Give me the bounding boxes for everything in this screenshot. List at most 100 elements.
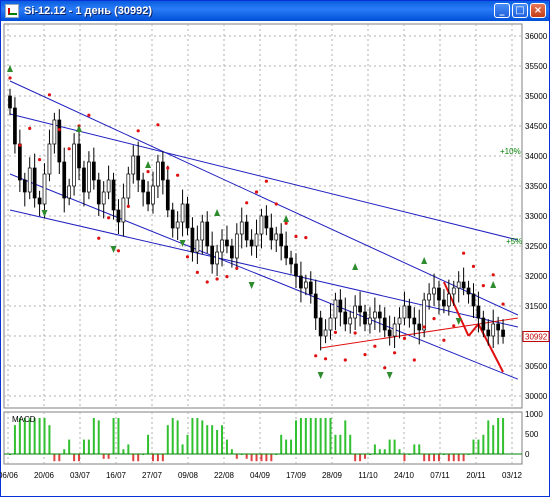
price-tick-label: 34500: [525, 122, 548, 131]
macd-bar: [147, 434, 150, 454]
candle-body: [151, 185, 155, 205]
macd-bar: [492, 425, 495, 454]
sar-dot: [481, 284, 485, 288]
date-tick-label: 03/12: [502, 471, 523, 480]
macd-bar: [447, 454, 450, 462]
candle-body: [121, 197, 126, 223]
sar-dot: [136, 129, 140, 133]
macd-bar: [433, 454, 436, 462]
price-tick-label: 35000: [525, 92, 548, 101]
candle-body: [8, 95, 12, 109]
macd-bar: [87, 439, 90, 454]
sar-dot: [383, 366, 387, 370]
macd-bar: [413, 444, 416, 454]
candle-body: [220, 239, 224, 253]
candle-body: [491, 323, 496, 337]
candle-body: [451, 287, 456, 295]
candle-body: [308, 281, 313, 295]
sar-dot: [245, 201, 249, 205]
candle-body: [407, 305, 412, 319]
macd-bar: [112, 418, 115, 454]
macd-bar: [472, 439, 475, 454]
candle-body: [456, 281, 461, 289]
sar-dot: [87, 113, 91, 117]
sar-dot: [462, 251, 466, 255]
sar-dot: [57, 128, 61, 132]
macd-bar: [43, 418, 46, 454]
macd-bar: [294, 420, 297, 454]
macd-bar: [235, 454, 238, 459]
macd-bar: [502, 418, 505, 454]
macd-bar: [319, 418, 322, 454]
macd-bar: [68, 439, 71, 454]
candle-body: [333, 299, 338, 319]
candle-body: [264, 215, 269, 229]
candle-body: [432, 287, 436, 295]
candle-body: [323, 329, 328, 337]
candle-body: [274, 233, 279, 241]
price-tick-label: 33000: [525, 212, 548, 221]
macd-bar: [250, 454, 253, 462]
candle-body: [82, 167, 86, 193]
candle-body: [368, 317, 372, 325]
candle-body: [156, 161, 160, 187]
sar-dot: [314, 354, 318, 358]
date-tick-label: 04/09: [250, 471, 271, 480]
sar-dot: [107, 216, 111, 220]
sar-dot: [185, 255, 190, 259]
sar-dot: [402, 336, 407, 340]
candle-body: [13, 107, 17, 145]
candle-body: [259, 215, 264, 235]
candle-body: [161, 161, 165, 181]
macd-bar: [437, 454, 440, 462]
macd-bar: [151, 454, 154, 462]
price-tick-label: 34000: [525, 152, 548, 161]
candle-body: [244, 221, 249, 241]
sar-dot: [18, 143, 22, 147]
candle-body: [87, 161, 91, 193]
candle-body: [466, 287, 471, 295]
date-tick-label: 09/08: [178, 471, 199, 480]
macd-bar: [161, 454, 164, 462]
sar-dot: [47, 93, 52, 97]
price-tick-label: 30500: [525, 362, 548, 371]
sar-dot: [215, 277, 219, 281]
macd-bar: [373, 444, 376, 454]
date-tick-label: 07/11: [430, 471, 450, 480]
macd-bar: [58, 454, 61, 462]
candle-body: [180, 203, 185, 223]
sar-dot: [116, 249, 121, 253]
macd-bar: [398, 449, 401, 454]
candle-body: [461, 281, 466, 289]
candle-body: [377, 311, 382, 319]
pct-5-label: +5%: [506, 237, 522, 246]
price-chart[interactable]: 3000030500310003150032000325003300033500…: [0, 0, 550, 497]
sar-dot: [392, 351, 397, 355]
candle-body: [205, 221, 210, 247]
candle-body: [106, 179, 111, 193]
chart-grid: [3, 23, 523, 465]
sar-dot: [353, 331, 357, 335]
candle-body: [77, 143, 81, 169]
macd-bar: [206, 425, 209, 454]
macd-bar: [388, 439, 391, 454]
macd-bar: [290, 439, 293, 454]
macd-plot-area: [3, 411, 523, 465]
macd-tick-label: 0: [525, 450, 530, 459]
price-tick-label: 30000: [525, 392, 548, 401]
macd-bar: [280, 434, 283, 454]
price-tick-label: 35500: [525, 62, 548, 71]
candle-body: [402, 305, 407, 319]
candle-body: [387, 329, 392, 337]
macd-bar: [304, 418, 307, 454]
macd-bar: [383, 449, 386, 454]
candle-body: [363, 311, 367, 325]
macd-bar: [354, 454, 357, 462]
candle-body: [239, 221, 244, 235]
candle-body: [62, 161, 67, 199]
candle-body: [392, 323, 397, 337]
sar-dot: [274, 202, 278, 206]
candle-body: [141, 179, 145, 193]
macd-bar: [487, 420, 490, 454]
candle-body: [328, 317, 333, 331]
